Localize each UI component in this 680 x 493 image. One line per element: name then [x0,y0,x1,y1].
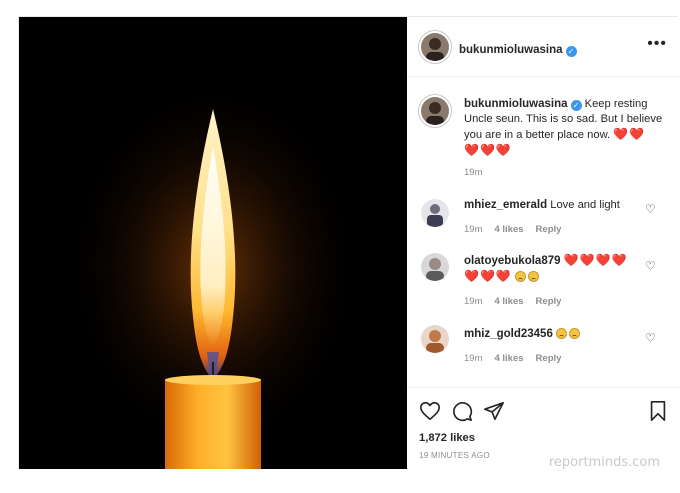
more-options-icon[interactable]: ••• [647,36,667,52]
sad-face-emoji-icon [568,328,580,339]
comment-hearts-2: ❤️❤️❤️ [464,269,512,283]
caption-time[interactable]: 19m [464,167,482,178]
bookmark-icon[interactable] [647,400,669,422]
post-side-panel: bukunmioluwasina ✓ ••• bukunmioluwasina ✓ … [407,17,679,469]
watermark-text: reportminds.com [548,455,660,470]
author-username[interactable]: bukunmioluwasina [459,44,563,56]
comment-hearts-1: ❤️❤️❤️❤️ [563,253,628,267]
sad-face-emoji-icon [527,271,539,282]
comment-likes[interactable]: 4 likes [494,296,523,307]
comment-time[interactable]: 19m [464,353,482,364]
caption-username[interactable]: bukunmioluwasina [464,98,568,110]
reply-button[interactable]: Reply [536,296,562,307]
comment-1: mhiez_emerald Love and light [464,198,644,213]
sad-face-emoji-icon [514,271,526,282]
post-header: bukunmioluwasina ✓ ••• [407,17,679,77]
share-icon[interactable] [483,400,505,422]
reply-button[interactable]: Reply [536,353,562,364]
comment-time[interactable]: 19m [464,296,482,307]
comment-3: mhiz_gold23456 [464,327,644,342]
comment-icon[interactable] [451,400,473,422]
comment-username[interactable]: olatoyebukola879 [464,255,561,267]
author-avatar[interactable] [421,33,449,61]
caption-hearts-2: ❤️❤️❤️ [464,143,512,157]
comment-avatar[interactable] [421,199,449,227]
comment-time[interactable]: 19m [464,224,482,235]
comment-meta: 19m 4 likes Reply [464,224,573,235]
comment-2: olatoyebukola879 ❤️❤️❤️❤️ ❤️❤️❤️ [464,253,644,285]
post-caption: bukunmioluwasina ✓ Keep resting Uncle seu… [464,97,664,159]
comment-avatar[interactable] [421,325,449,353]
comment-likes[interactable]: 4 likes [494,224,523,235]
post-timestamp[interactable]: 19 MINUTES AGO [419,451,490,460]
caption-avatar[interactable] [421,97,449,125]
comment-text: Love and light [550,199,620,211]
comment-like-heart-icon[interactable]: ♡ [645,260,657,272]
caption-meta: 19m [464,167,494,178]
verified-badge-icon: ✓ [565,46,577,57]
heart-icon[interactable] [419,400,441,422]
instagram-post: bukunmioluwasina ✓ ••• bukunmioluwasina ✓ … [18,16,679,469]
comment-like-heart-icon[interactable]: ♡ [645,203,657,215]
sad-face-emoji-icon [555,328,567,339]
comment-username[interactable]: mhiz_gold23456 [464,328,553,340]
comment-avatar[interactable] [421,253,449,281]
comment-like-heart-icon[interactable]: ♡ [645,332,657,344]
comment-meta: 19m 4 likes Reply [464,296,573,307]
comment-username[interactable]: mhiez_emerald [464,199,547,211]
reply-button[interactable]: Reply [536,224,562,235]
candle-illustration [19,17,407,469]
verified-badge-icon: ✓ [570,100,582,111]
caption-hearts-1: ❤️❤️ [613,127,646,141]
post-image-candle[interactable] [19,17,407,469]
comment-likes[interactable]: 4 likes [494,353,523,364]
comment-meta: 19m 4 likes Reply [464,353,573,364]
likes-count[interactable]: 1,872 likes [419,432,475,444]
